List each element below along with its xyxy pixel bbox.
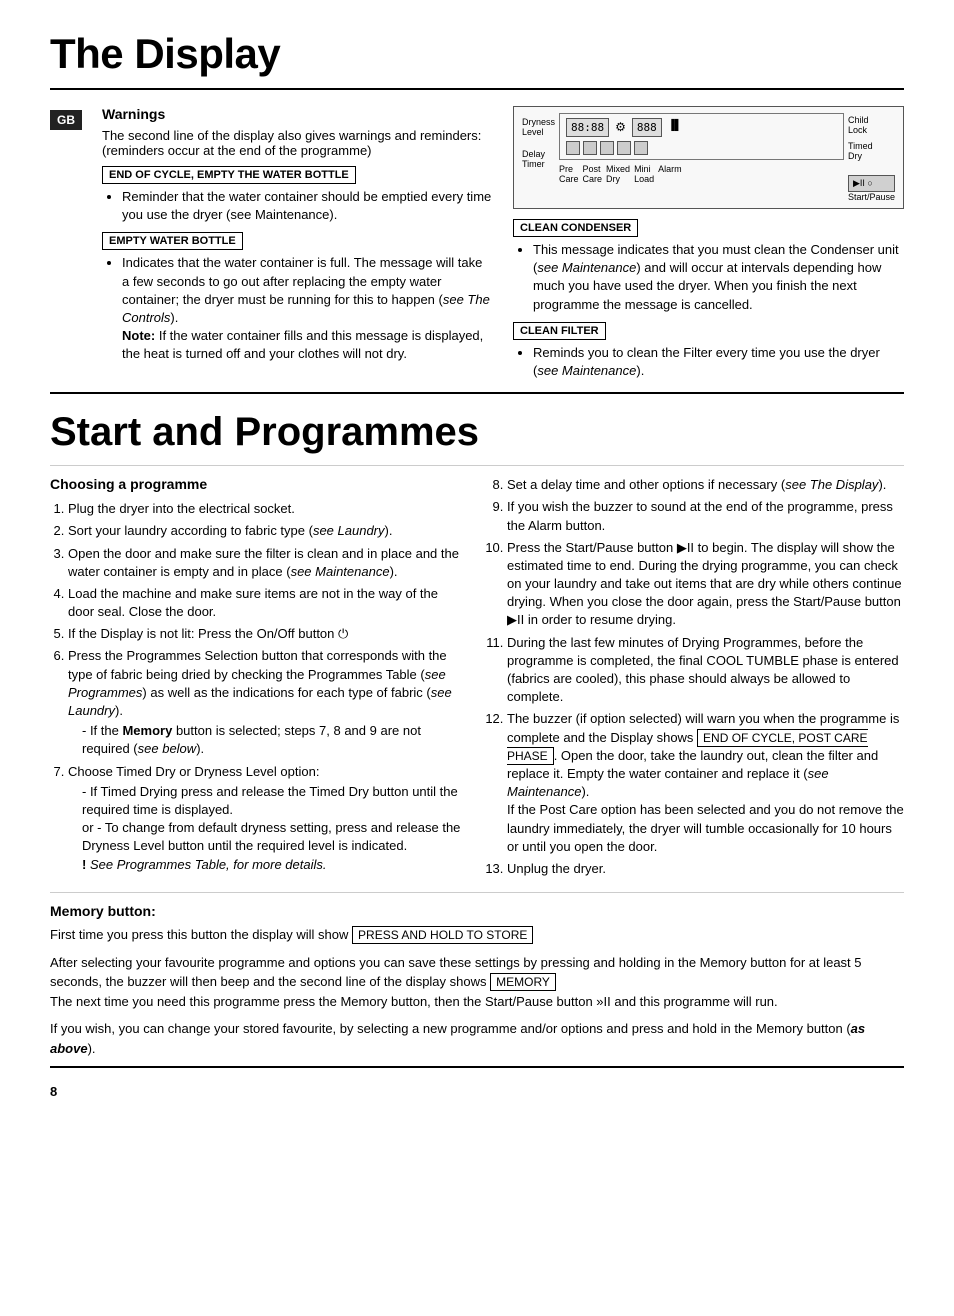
display-segment: 88:88 xyxy=(566,118,609,137)
appliance-diagram: DrynessLevel DelayTimer 88:88 ⚙ 888 ▐▌ xyxy=(513,106,904,209)
display-bars: ▐▌ xyxy=(666,118,684,137)
list-item: Choose Timed Dry or Dryness Level option… xyxy=(68,763,465,874)
timed-dry-label: TimedDry xyxy=(848,141,895,161)
clean-filter-block: CLEAN FILTER Reminds you to clean the Fi… xyxy=(513,322,904,380)
warnings-subtitle: The second line of the display also give… xyxy=(102,128,493,158)
warning-label-2: EMPTY WATER BOTTLE xyxy=(102,232,243,250)
choosing-title: Choosing a programme xyxy=(50,476,465,492)
list-item: During the last few minutes of Drying Pr… xyxy=(507,634,904,707)
clean-filter-bullets: Reminds you to clean the Filter every ti… xyxy=(513,344,904,380)
divider-bottom xyxy=(50,1066,904,1068)
list-item: Open the door and make sure the filter i… xyxy=(68,545,465,581)
display-icon1: ⚙ xyxy=(613,118,628,137)
diagram-panel: 88:88 ⚙ 888 ▐▌ xyxy=(559,113,844,160)
clean-condenser-block: CLEAN CONDENSER This message indicates t… xyxy=(513,219,904,314)
diagram-left-labels: DrynessLevel DelayTimer xyxy=(522,113,555,169)
timed-dry-note: - If Timed Drying press and release the … xyxy=(68,783,465,874)
list-item: Unplug the dryer. xyxy=(507,860,904,878)
memory-note: - If the Memory button is selected; step… xyxy=(68,722,465,758)
diagram-row2 xyxy=(566,141,837,155)
clean-condenser-bullets: This message indicates that you must cle… xyxy=(513,241,904,314)
divider-memory xyxy=(50,892,904,893)
list-item: If the Display is not lit: Press the On/… xyxy=(68,625,465,643)
button-3[interactable] xyxy=(600,141,614,155)
warning-label-1: END OF CYCLE, EMPTY THE WATER BOTTLE xyxy=(102,166,356,184)
list-item: Press the Programmes Selection button th… xyxy=(68,647,465,758)
divider-top xyxy=(50,88,904,90)
alarm-label: Alarm xyxy=(658,164,682,184)
button-1[interactable] xyxy=(566,141,580,155)
memory-para-2: After selecting your favourite programme… xyxy=(50,953,904,1012)
programmes-right: Set a delay time and other options if ne… xyxy=(489,476,904,882)
warning-block-2: EMPTY WATER BOTTLE Indicates that the wa… xyxy=(102,232,493,363)
memory-line1: First time you press this button the dis… xyxy=(50,927,348,942)
list-item: Reminder that the water container should… xyxy=(122,188,493,224)
list-item: Sort your laundry according to fabric ty… xyxy=(68,522,465,540)
pre-care-label: PreCare xyxy=(559,164,579,184)
memory-para1-end: The next time you need this programme pr… xyxy=(50,994,778,1009)
diagram-center: 88:88 ⚙ 888 ▐▌ xyxy=(559,113,844,184)
memory-para1-text: After selecting your favourite programme… xyxy=(50,955,862,990)
divider-mid xyxy=(50,392,904,394)
choosing-list: Plug the dryer into the electrical socke… xyxy=(50,500,465,874)
button-2[interactable] xyxy=(583,141,597,155)
mini-load-label: MiniLoad xyxy=(634,164,654,184)
section2-title: Start and Programmes xyxy=(50,410,904,455)
memory-para-3: If you wish, you can change your stored … xyxy=(50,1019,904,1058)
memory-section: Memory button: First time you press this… xyxy=(50,903,904,1058)
programmes-content: Choosing a programme Plug the dryer into… xyxy=(50,476,904,882)
dryness-level-label: DrynessLevel xyxy=(522,117,555,137)
start-pause-label: Start/Pause xyxy=(848,192,895,202)
left-column: Warnings The second line of the display … xyxy=(102,106,493,388)
page-title: The Display xyxy=(50,30,904,78)
press-hold-box: PRESS AND HOLD TO STORE xyxy=(352,926,533,944)
list-item: If you wish the buzzer to sound at the e… xyxy=(507,498,904,534)
gb-section: GB Warnings The second line of the displ… xyxy=(50,106,904,388)
child-lock-label: ChildLock xyxy=(848,115,895,135)
warnings-title: Warnings xyxy=(102,106,493,122)
button-4[interactable] xyxy=(617,141,631,155)
list-item: This message indicates that you must cle… xyxy=(533,241,904,314)
start-pause-area: ▶II ○ Start/Pause xyxy=(848,175,895,202)
clean-filter-label: CLEAN FILTER xyxy=(513,322,606,340)
delay-timer-label: DelayTimer xyxy=(522,149,555,169)
gb-label: GB xyxy=(50,110,82,130)
list-item: Set a delay time and other options if ne… xyxy=(507,476,904,494)
list-item: The buzzer (if option selected) will war… xyxy=(507,710,904,856)
clean-condenser-label: CLEAN CONDENSER xyxy=(513,219,638,237)
right-steps-list: Set a delay time and other options if ne… xyxy=(489,476,904,878)
programmes-left: Choosing a programme Plug the dryer into… xyxy=(50,476,465,882)
list-item: Plug the dryer into the electrical socke… xyxy=(68,500,465,518)
diagram-right: ChildLock TimedDry ▶II ○ Start/Pause xyxy=(848,113,895,202)
list-item: Indicates that the water container is fu… xyxy=(122,254,493,363)
warning-bullets-1: Reminder that the water container should… xyxy=(102,188,493,224)
divider-after-title xyxy=(50,465,904,466)
display-segment2: 888 xyxy=(632,118,662,137)
post-care-label: PostCare xyxy=(583,164,603,184)
memory-box: MEMORY xyxy=(490,973,556,991)
list-item: Load the machine and make sure items are… xyxy=(68,585,465,621)
memory-title: Memory button: xyxy=(50,903,904,919)
right-column: DrynessLevel DelayTimer 88:88 ⚙ 888 ▐▌ xyxy=(513,106,904,388)
warning-bullets-2: Indicates that the water container is fu… xyxy=(102,254,493,363)
list-item: Reminds you to clean the Filter every ti… xyxy=(533,344,904,380)
warning-block-1: END OF CYCLE, EMPTY THE WATER BOTTLE Rem… xyxy=(102,166,493,224)
diagram-row1: 88:88 ⚙ 888 ▐▌ xyxy=(566,118,837,137)
end-of-cycle-box: END OF CYCLE, POST CARE PHASE xyxy=(507,729,868,765)
memory-para-1: First time you press this button the dis… xyxy=(50,925,904,945)
mixed-dry-label: MixedDry xyxy=(606,164,630,184)
diagram-bottom-labels: PreCare PostCare MixedDry MiniLoad Alarm xyxy=(559,164,844,184)
start-pause-btn[interactable]: ▶II ○ xyxy=(848,175,895,192)
button-5[interactable] xyxy=(634,141,648,155)
page-container: The Display GB Warnings The second line … xyxy=(0,0,954,1119)
page-number: 8 xyxy=(50,1084,904,1099)
list-item: Press the Start/Pause button ▶II to begi… xyxy=(507,539,904,630)
